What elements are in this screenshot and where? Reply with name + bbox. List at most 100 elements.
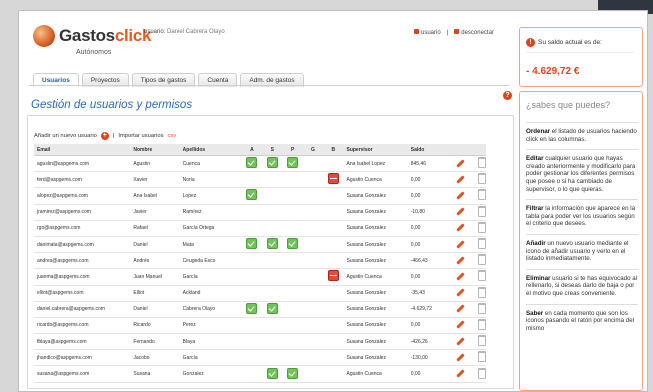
cell-nombre: Elliot [130, 285, 180, 302]
edit-icon[interactable] [455, 255, 465, 265]
col-p[interactable]: P [282, 144, 303, 156]
tip-item: Editar cualquier usuario que hayas cread… [526, 149, 638, 199]
col-b[interactable]: B [323, 144, 344, 156]
table-header-row: Email Nombre Apellidos A S P G B Supervi… [34, 144, 486, 156]
cell-email: alopez@aspgems.com [34, 187, 131, 205]
delete-icon[interactable] [477, 238, 486, 250]
cell-supervisor: Susana Gonzalez [343, 236, 408, 254]
user-link[interactable]: usuario [414, 29, 441, 36]
col-s[interactable]: S [262, 144, 283, 156]
cell-s [262, 285, 283, 302]
cell-g [302, 285, 324, 302]
check-icon [287, 367, 299, 379]
edit-icon[interactable] [455, 304, 465, 314]
delete-icon[interactable] [477, 270, 486, 282]
col-apellidos[interactable]: Apellidos [179, 144, 242, 156]
cell-b [323, 301, 344, 318]
col-nombre[interactable]: Nombre [130, 144, 180, 156]
col-email[interactable]: Email [34, 144, 131, 156]
check-icon [246, 189, 258, 201]
cell-saldo: 0,00 [407, 236, 452, 254]
import-users-link[interactable]: Importar usuarios [118, 133, 163, 139]
cell-a [241, 333, 263, 351]
cell-g [302, 204, 324, 221]
edit-icon[interactable] [455, 175, 465, 184]
check-icon [287, 238, 299, 250]
delete-icon[interactable] [477, 173, 486, 185]
blocked-icon [327, 270, 339, 282]
cell-a [241, 187, 263, 205]
cell-email: susana@aspgems.com [34, 365, 131, 383]
delete-icon[interactable] [477, 205, 486, 217]
table-row: juanma@aspgems.com Juan Manuel García Agust… [34, 268, 486, 286]
cell-a [241, 171, 263, 189]
cell-b [323, 204, 344, 221]
cell-email: jhandico@aspgems.com [34, 349, 131, 367]
cell-p [282, 317, 303, 335]
delete-icon[interactable] [477, 189, 486, 201]
edit-icon[interactable] [455, 353, 465, 362]
delete-icon[interactable] [477, 367, 486, 379]
edit-icon[interactable] [455, 223, 465, 233]
table-actions: Añadir un nuevo usuario + | Importar usu… [34, 132, 177, 140]
cell-a [241, 155, 263, 173]
cell-p [282, 252, 303, 270]
cell-p [282, 333, 303, 351]
cell-apellidos: Cabrera Olayo [179, 301, 242, 318]
edit-icon[interactable] [455, 207, 465, 216]
cell-saldo: -35,43 [407, 285, 452, 302]
cell-p [282, 155, 303, 173]
delete-icon[interactable] [477, 351, 486, 363]
cell-s [262, 236, 283, 254]
table-row: rgo@aspgems.com Rafael García Ortega Susana… [34, 220, 486, 237]
delete-icon[interactable] [477, 302, 486, 314]
check-icon [246, 302, 258, 314]
tab-underline [29, 85, 509, 86]
edit-icon[interactable] [455, 336, 465, 346]
cell-p [282, 268, 303, 286]
tip-item: Saber en cada momento que son los iconos… [526, 303, 638, 339]
edit-icon[interactable] [455, 272, 465, 281]
users-panel: Añadir un nuevo usuario + | Importar usu… [27, 115, 514, 389]
col-supervisor[interactable]: Supervisor [343, 144, 408, 156]
cell-supervisor: Agustin Cuenca [343, 268, 408, 286]
cell-nombre: Rafael [130, 220, 180, 237]
cell-supervisor: Susana Gonzalez [343, 317, 408, 335]
edit-icon[interactable] [455, 320, 465, 330]
delete-icon[interactable] [477, 254, 486, 266]
cell-a [241, 365, 263, 383]
col-a[interactable]: A [241, 144, 263, 156]
edit-icon[interactable] [455, 288, 465, 297]
delete-icon[interactable] [477, 286, 486, 298]
cell-apellidos: Blaya [179, 333, 242, 351]
cell-supervisor: Agustin Cuenca [343, 365, 408, 383]
delete-icon[interactable] [477, 157, 486, 169]
table-row: ricardo@aspgems.com Ricardo Perez Susana Go… [34, 317, 486, 335]
add-user-icon[interactable]: + [100, 132, 109, 140]
delete-icon[interactable] [477, 318, 486, 330]
tip-item: Filtrar la información que aparece en la… [526, 199, 638, 234]
logout-link[interactable]: desconectar [454, 29, 494, 36]
cell-supervisor: Susana Gonzalez [343, 220, 408, 237]
edit-icon[interactable] [455, 158, 465, 168]
cell-supervisor: Susana Gonzalez [343, 285, 408, 302]
col-saldo[interactable]: Saldo [407, 144, 452, 156]
logo[interactable]: Gastosclick [33, 25, 151, 47]
import-csv-link[interactable]: csv [167, 133, 176, 139]
cell-email: juanma@aspgems.com [34, 268, 131, 286]
edit-icon[interactable] [455, 239, 465, 249]
col-g[interactable]: G [302, 144, 324, 156]
cell-supervisor: Susana Gonzalez [343, 301, 408, 318]
cell-a [241, 220, 263, 237]
cell-g [302, 301, 324, 318]
table-row: ferd@aspgems.com Xavier Noria Agustin Cuenc… [34, 171, 486, 189]
logout-link-icon [454, 29, 460, 34]
delete-icon[interactable] [477, 221, 486, 233]
edit-icon[interactable] [455, 191, 465, 200]
table-row: daniel.cabrera@aspgems.com Daniel Cabrera … [34, 301, 486, 318]
table-row: alopez@aspgems.com Ana Isabel Lopez Susana … [34, 187, 486, 205]
help-icon[interactable]: ? [503, 91, 512, 100]
edit-icon[interactable] [455, 369, 465, 378]
delete-icon[interactable] [477, 335, 486, 347]
add-user-link[interactable]: Añadir un nuevo usuario [34, 133, 97, 139]
